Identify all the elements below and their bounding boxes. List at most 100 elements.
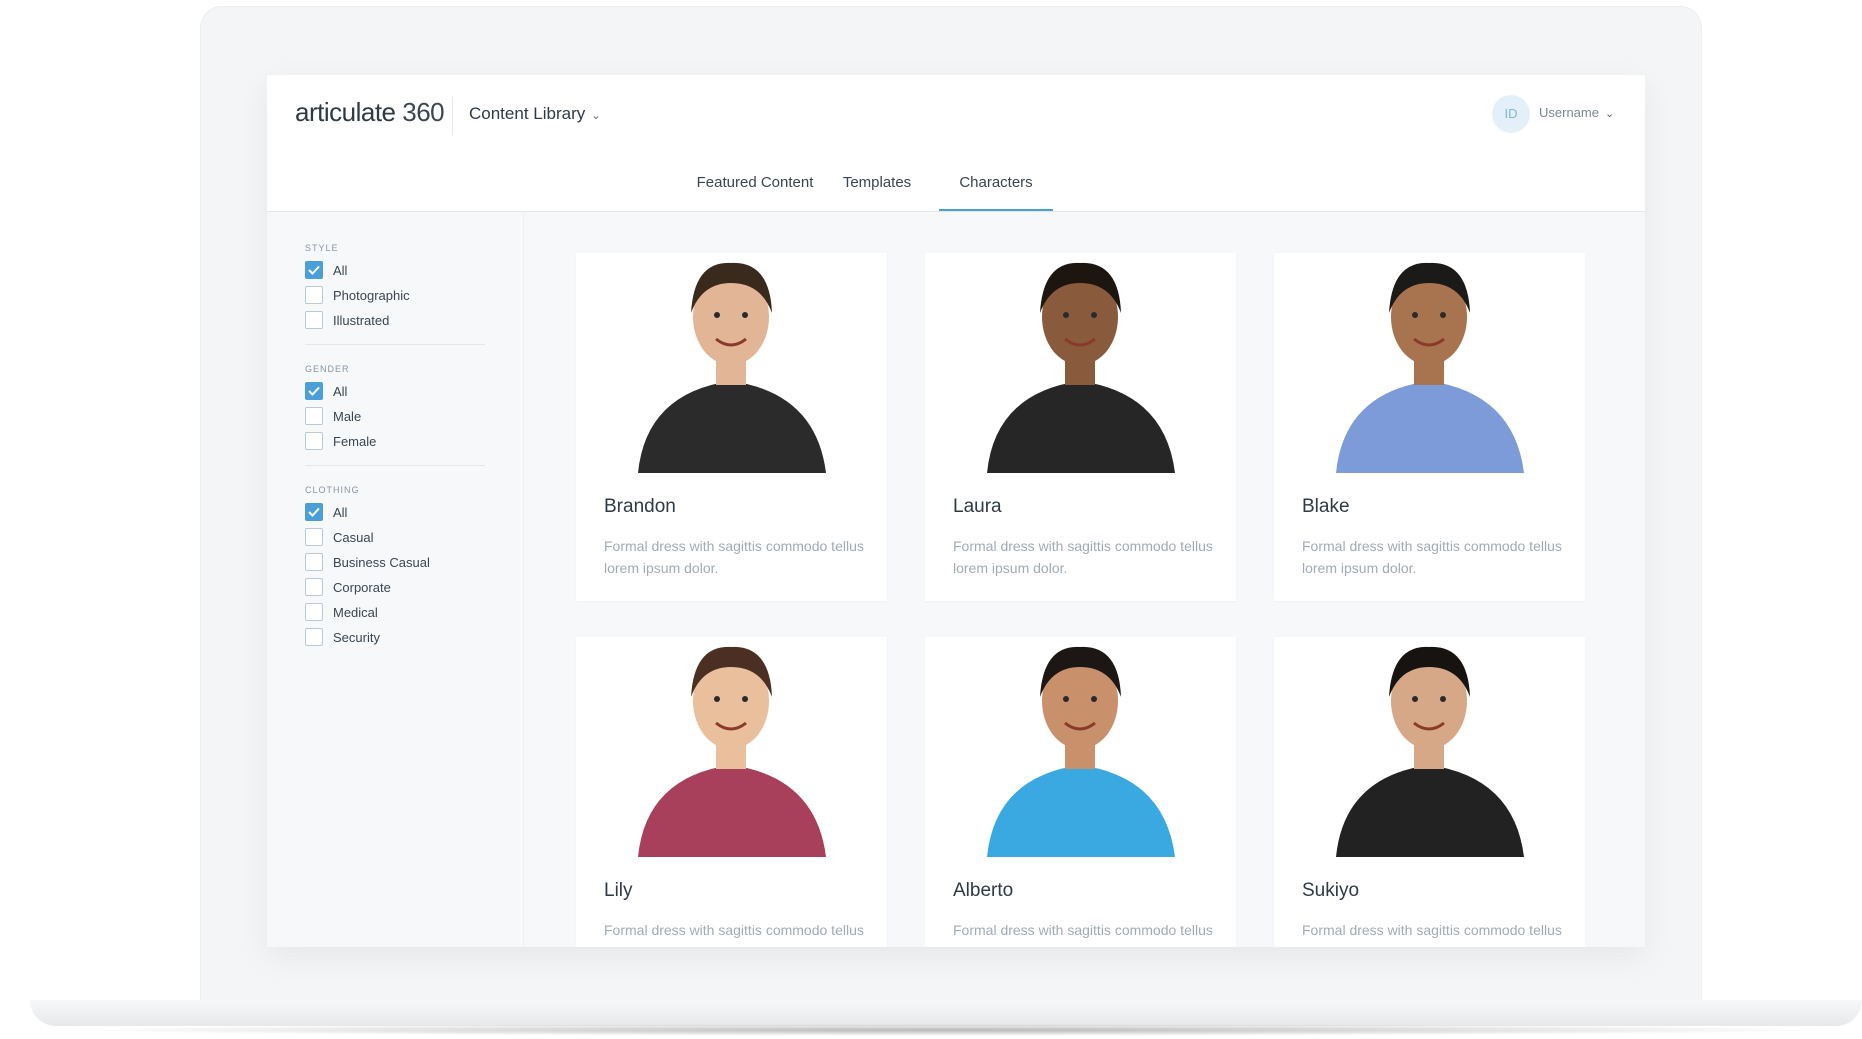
filter-divider [305,344,485,345]
checkmark-icon [308,507,320,517]
eye-shape [1412,312,1418,318]
eye-shape [1440,312,1446,318]
character-card-laura[interactable]: Laura Formal dress with sagittis commodo… [925,253,1236,601]
character-name: Alberto [953,880,1014,901]
checkbox[interactable] [305,603,323,621]
filter-style-all[interactable]: All [305,259,347,281]
checkmark-icon [308,386,320,396]
checkbox[interactable] [305,432,323,450]
tab-templates[interactable]: Templates [823,153,931,211]
character-card-blake[interactable]: Blake Formal dress with sagittis commodo… [1274,253,1585,601]
tab-characters[interactable]: Characters [939,153,1053,211]
person-illustration [638,262,826,473]
content-library-dropdown[interactable]: Content Library ⌄ [469,104,600,124]
character-description: Formal dress with sagittis commodo tellu… [953,538,1213,576]
checkbox[interactable] [305,382,323,400]
eye-shape [1091,312,1097,318]
character-card-brandon[interactable]: Brandon Formal dress with sagittis commo… [576,253,887,601]
filter-clothing-business-casual[interactable]: Business Casual [305,551,430,573]
character-name: Lily [604,880,633,901]
shirt-shape [987,381,1175,473]
checkbox[interactable] [305,578,323,596]
character-description: Formal dress with sagittis commodo tellu… [604,538,864,576]
filter-clothing-security[interactable]: Security [305,626,380,648]
character-name: Blake [1302,496,1350,517]
filter-clothing-medical[interactable]: Medical [305,601,378,623]
top-bar: articulate 360 Content Library ⌄ ID Usern… [267,75,1645,154]
character-description: Formal dress with sagittis commodo tellu… [953,922,1213,947]
checkbox[interactable] [305,528,323,546]
person-illustration [1336,262,1524,473]
filter-option-label: All [333,383,348,399]
checkbox[interactable] [305,553,323,571]
logo-number: 360 [402,97,445,127]
filter-group-title-gender: GENDER [305,364,350,374]
filter-group-title-clothing: CLOTHING [305,485,360,495]
checkbox[interactable] [305,286,323,304]
filter-option-label: All [333,504,348,520]
user-menu[interactable]: Username ⌄ [1539,105,1614,120]
eye-shape [1063,312,1069,318]
filter-option-label: Illustrated [333,312,390,328]
filter-gender-all[interactable]: All [305,380,347,402]
filter-gender-female[interactable]: Female [305,430,376,452]
filter-option-label: Security [333,629,380,645]
person-illustration [987,262,1175,473]
character-card-sukiyo[interactable]: Sukiyo Formal dress with sagittis commod… [1274,637,1585,947]
person-illustration [638,646,826,857]
content-library-label: Content Library [469,104,586,123]
filter-clothing-casual[interactable]: Casual [305,526,373,548]
logo-text: articulate [295,97,396,127]
tab-featured-content[interactable]: Featured Content [685,153,825,211]
eye-shape [742,312,748,318]
person-illustration [987,646,1175,857]
character-portrait [576,253,887,473]
filter-option-label: All [333,262,348,278]
filter-clothing-corporate[interactable]: Corporate [305,576,391,598]
character-portrait [925,253,1236,473]
filter-option-label: Male [333,408,362,424]
filter-style-illustrated[interactable]: Illustrated [305,309,389,331]
filter-gender-male[interactable]: Male [305,405,361,427]
character-name: Laura [953,496,1002,517]
character-card-alberto[interactable]: Alberto Formal dress with sagittis commo… [925,637,1236,947]
eye-shape [1091,696,1097,702]
character-card-lily[interactable]: Lily Formal dress with sagittis commodo … [576,637,887,947]
filter-option-label: Casual [333,529,374,545]
header-divider [452,97,453,135]
checkbox[interactable] [305,311,323,329]
chevron-down-icon: ⌄ [1604,108,1615,120]
character-portrait [1274,637,1585,857]
articulate-logo[interactable]: articulate 360 [295,97,445,128]
eye-shape [714,312,720,318]
checkbox[interactable] [305,407,323,425]
shirt-shape [638,381,826,473]
checkbox[interactable] [305,503,323,521]
eye-shape [742,696,748,702]
shirt-shape [1336,381,1524,473]
filter-option-label: Medical [333,604,378,620]
filter-style-photographic[interactable]: Photographic [305,284,410,306]
eye-shape [714,696,720,702]
filter-group-title-style: STYLE [305,243,339,253]
character-portrait [1274,253,1585,473]
checkbox[interactable] [305,261,323,279]
eye-shape [1063,696,1069,702]
eye-shape [1412,696,1418,702]
filter-divider [305,465,485,466]
filter-clothing-all[interactable]: All [305,501,347,523]
person-illustration [1336,646,1524,857]
character-portrait [925,637,1236,857]
checkbox[interactable] [305,628,323,646]
laptop-shadow [60,1024,1840,1036]
app-screen: articulate 360 Content Library ⌄ ID Usern… [267,75,1645,947]
character-description: Formal dress with sagittis commodo tellu… [604,922,864,947]
filter-option-label: Business Casual [333,554,430,570]
filter-sidebar: STYLE All Photographic Illustrated GENDE… [267,212,524,947]
character-description: Formal dress with sagittis commodo tellu… [1302,538,1562,576]
filter-option-label: Corporate [333,579,391,595]
character-name: Brandon [604,496,676,517]
avatar[interactable]: ID [1492,95,1530,133]
shirt-shape [1336,765,1524,857]
character-description: Formal dress with sagittis commodo tellu… [1302,922,1562,947]
